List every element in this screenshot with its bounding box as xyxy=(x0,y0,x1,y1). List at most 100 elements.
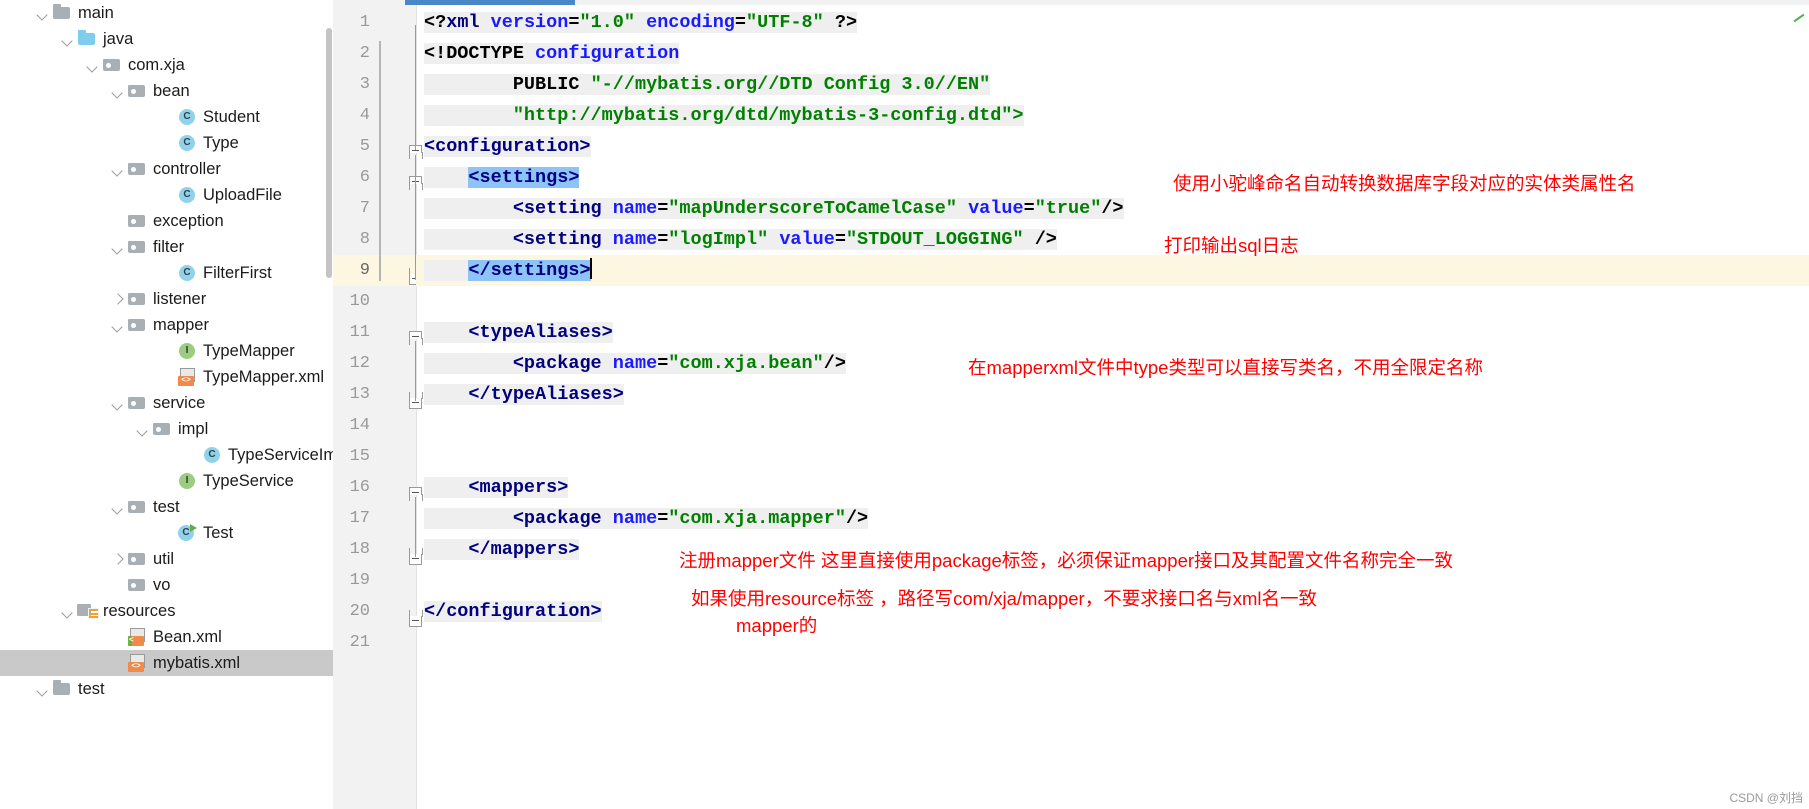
code-line-2[interactable]: <!DOCTYPE configuration xyxy=(416,38,680,69)
tree-item-label: impl xyxy=(178,420,209,438)
chevron-down-icon[interactable] xyxy=(35,682,50,697)
code-line-18[interactable]: </mappers> xyxy=(416,534,580,565)
chevron-down-icon[interactable] xyxy=(60,32,75,47)
code-token: "mapUnderscoreToCamelCase" xyxy=(668,198,957,219)
tree-item-impl[interactable]: impl xyxy=(0,416,333,442)
chevron-down-icon[interactable] xyxy=(110,240,125,255)
tree-item-test[interactable]: test xyxy=(0,494,333,520)
xml-file-icon xyxy=(127,654,148,672)
tree-item-type[interactable]: Type xyxy=(0,130,333,156)
tree-item-label: TypeMapper xyxy=(203,342,295,360)
spacer-icon xyxy=(185,448,200,463)
tree-item-exception[interactable]: exception xyxy=(0,208,333,234)
tree-item-label: service xyxy=(153,394,206,412)
chevron-down-icon[interactable] xyxy=(110,500,125,515)
tree-item-student[interactable]: Student xyxy=(0,104,333,130)
chevron-down-icon[interactable] xyxy=(35,6,50,21)
tree-item-typeserviceimpl[interactable]: TypeServiceImpl xyxy=(0,442,333,468)
spacer-icon xyxy=(160,370,175,385)
code-line-5[interactable]: <configuration> xyxy=(416,131,591,162)
tree-scrollbar-thumb[interactable] xyxy=(326,28,332,278)
chevron-down-icon[interactable] xyxy=(60,604,75,619)
runnable-class-icon xyxy=(177,524,198,542)
tree-item-filterfirst[interactable]: FilterFirst xyxy=(0,260,333,286)
tree-item-main[interactable]: main xyxy=(0,0,333,26)
chevron-right-icon[interactable] xyxy=(110,292,125,307)
code-line-6[interactable]: <settings> xyxy=(416,162,580,193)
code-token: = xyxy=(657,229,669,250)
tree-item-typemapper[interactable]: TypeMapper xyxy=(0,338,333,364)
code-line-21[interactable] xyxy=(416,627,424,658)
code-editor[interactable]: 1 2 3 4 5 6 7 8 9 10 11 12 13 14 15 16 17 18 19 20 21 xyxy=(333,0,1809,809)
code-line-13[interactable]: </typeAliases> xyxy=(416,379,624,410)
code-token: </typeAliases> xyxy=(468,384,624,405)
code-line-14[interactable] xyxy=(416,410,424,441)
inspection-ok-icon[interactable] xyxy=(1793,12,1805,24)
tree-item-mybatis-xml[interactable]: mybatis.xml xyxy=(0,650,333,676)
tree-item-test[interactable]: Test xyxy=(0,520,333,546)
project-tree[interactable]: main java com.xja bean Student Type controller… xyxy=(0,0,333,809)
code-line-16[interactable]: <mappers> xyxy=(416,472,569,503)
code-line-20[interactable]: </configuration> xyxy=(416,596,602,627)
tree-item-bean-xml[interactable]: Bean.xml xyxy=(0,624,333,650)
code-token: <package xyxy=(512,508,602,529)
code-token: "STDOUT_LOGGING" xyxy=(845,229,1024,250)
tree-item-com-xja[interactable]: com.xja xyxy=(0,52,333,78)
code-line-7[interactable]: <setting name="mapUnderscoreToCamelCase"… xyxy=(416,193,1124,224)
tree-item-service[interactable]: service xyxy=(0,390,333,416)
tree-item-resources[interactable]: resources xyxy=(0,598,333,624)
tree-item-label: vo xyxy=(153,576,171,594)
code-line-19[interactable] xyxy=(416,565,424,596)
tree-item-controller[interactable]: controller xyxy=(0,156,333,182)
chevron-down-icon[interactable] xyxy=(110,162,125,177)
tree-item-java[interactable]: java xyxy=(0,26,333,52)
tree-item-typeservice[interactable]: TypeService xyxy=(0,468,333,494)
java-interface-icon xyxy=(177,472,198,490)
tree-item-uploadfile[interactable]: UploadFile xyxy=(0,182,333,208)
code-token: <typeAliases> xyxy=(468,322,613,343)
code-token: "-//mybatis.org//DTD Config 3.0//EN" xyxy=(590,74,991,95)
code-surface[interactable]: <?xml version="1.0" encoding="UTF-8" ?> <… xyxy=(416,5,1809,809)
package-icon xyxy=(152,420,173,438)
tree-item-test[interactable]: test xyxy=(0,676,333,702)
tree-item-mapper[interactable]: mapper xyxy=(0,312,333,338)
code-line-10[interactable] xyxy=(416,286,424,317)
chevron-right-icon[interactable] xyxy=(110,552,125,567)
code-line-9[interactable]: </settings> xyxy=(416,255,592,286)
tree-item-bean[interactable]: bean xyxy=(0,78,333,104)
code-line-17[interactable]: <package name="com.xja.mapper"/> xyxy=(416,503,869,534)
code-token: </settings> xyxy=(468,260,591,281)
tree-item-typemapper-xml[interactable]: TypeMapper.xml xyxy=(0,364,333,390)
code-line-12[interactable]: <package name="com.xja.bean"/> xyxy=(416,348,846,379)
package-icon xyxy=(127,238,148,256)
chevron-down-icon[interactable] xyxy=(110,396,125,411)
code-line-11[interactable]: <typeAliases> xyxy=(416,317,613,348)
code-token xyxy=(601,353,613,374)
annotation-2: 打印输出sql日志 xyxy=(1164,235,1299,256)
code-line-8[interactable]: <setting name="logImpl" value="STDOUT_LO… xyxy=(416,224,1057,255)
tree-item-filter[interactable]: filter xyxy=(0,234,333,260)
package-icon xyxy=(127,550,148,568)
chevron-down-icon[interactable] xyxy=(110,318,125,333)
chevron-down-icon[interactable] xyxy=(85,58,100,73)
line-number-18: 18 xyxy=(349,540,370,559)
editor-gutter[interactable]: 1 2 3 4 5 6 7 8 9 10 11 12 13 14 15 16 17 18 19 20 21 xyxy=(333,5,423,809)
code-line-3[interactable]: PUBLIC "-//mybatis.org//DTD Config 3.0//… xyxy=(416,69,991,100)
tree-item-util[interactable]: util xyxy=(0,546,333,572)
code-line-1[interactable]: <?xml version="1.0" encoding="UTF-8" ?> xyxy=(416,7,858,38)
tree-item-listener[interactable]: listener xyxy=(0,286,333,312)
chevron-down-icon[interactable] xyxy=(135,422,150,437)
tree-item-label: main xyxy=(78,4,114,22)
line-number-13: 13 xyxy=(349,385,370,404)
code-line-15[interactable] xyxy=(416,441,424,472)
tree-scrollbar[interactable] xyxy=(325,0,333,809)
tree-item-label: listener xyxy=(153,290,207,308)
tree-item-vo[interactable]: vo xyxy=(0,572,333,598)
code-token xyxy=(634,12,647,33)
project-tree-rows[interactable]: main java com.xja bean Student Type controller… xyxy=(0,0,333,702)
code-line-4[interactable]: "http://mybatis.org/dtd/mybatis-3-config… xyxy=(416,100,1024,131)
code-token: <setting xyxy=(512,229,602,250)
code-token xyxy=(424,74,513,95)
chevron-down-icon[interactable] xyxy=(110,84,125,99)
tree-item-label: util xyxy=(153,550,175,568)
